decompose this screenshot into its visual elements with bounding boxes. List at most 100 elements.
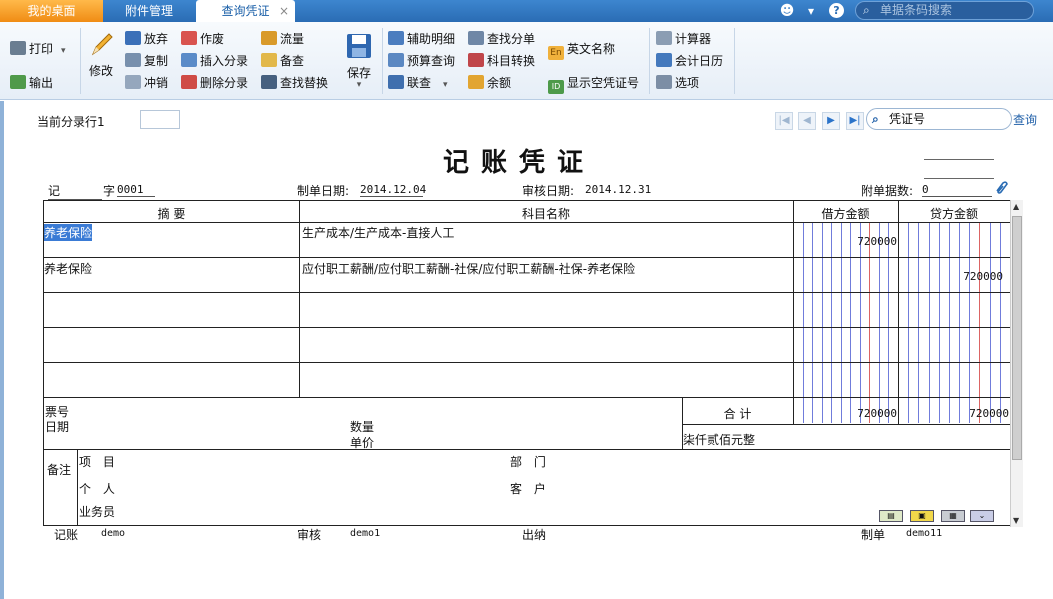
previous-record-icon[interactable]: ◀ [798,112,816,130]
budget-icon [388,53,404,67]
find-entry-icon [468,31,484,45]
scrollbar-thumb[interactable] [1012,216,1022,460]
chevron-down-icon[interactable]: ▾ [61,46,66,56]
bookkeeper-value: demo [101,528,126,539]
export-button[interactable]: 输出 [10,73,53,93]
pencil-icon [91,33,113,56]
current-entry-label: 当前分录行1 [37,115,105,129]
memo-button[interactable]: 备查 [261,51,304,71]
grid-line [898,201,899,424]
chevron-down-icon[interactable]: ⌄ [970,510,994,522]
scroll-down-icon[interactable]: ▼ [1013,516,1019,525]
bookkeeper-label: 记账 [54,528,79,542]
options-label: 选项 [675,76,700,90]
printer-icon [10,41,26,55]
linked-query-button[interactable]: 联查 ▾ [388,73,448,93]
department-label: 部 门 [510,455,550,469]
show-empty-voucher-button[interactable]: ID 显示空凭证号 [548,73,639,94]
void-button[interactable]: 作废 [181,29,224,49]
number-label: 字 [103,184,116,198]
reverse-icon [125,75,141,89]
reverse-button[interactable]: 冲销 [125,73,168,93]
accounting-calendar-button[interactable]: 会计日历 [656,51,723,71]
next-record-icon[interactable]: ▶ [822,112,840,130]
options-button[interactable]: 选项 [656,73,699,93]
grid-line [44,362,1010,363]
voucher-number-field[interactable]: 0001 [117,183,155,197]
english-name-label: 英文名称 [567,42,616,56]
grid-line [44,292,1010,293]
last-record-icon[interactable]: ▶| [846,112,864,130]
insert-row-icon [181,53,197,67]
coins-icon [468,75,484,89]
subject-convert-label: 科目转换 [487,54,536,68]
close-icon[interactable]: × [279,0,289,22]
auditor-value: demo1 [350,528,381,539]
entry-row-1-debit[interactable]: 720000 [794,235,897,248]
calculator-button[interactable]: 计算器 [656,29,711,49]
voucher-number-search-input[interactable]: ⌕ 凭证号 [866,108,1012,130]
save-button[interactable]: 保存 ▾ [343,32,375,90]
paperclip-icon[interactable] [993,180,1009,196]
first-record-icon[interactable]: |◀ [775,112,793,130]
insert-entry-button[interactable]: 插入分录 [181,51,248,71]
salesperson-label: 业务员 [79,505,116,519]
subject-convert-button[interactable]: 科目转换 [468,51,535,71]
copy-button[interactable]: 复制 [125,51,168,71]
delete-entry-button[interactable]: 删除分录 [181,73,248,93]
save-disk-icon [347,34,371,58]
remark-grid-icon[interactable]: ▦ [941,510,965,522]
scroll-up-icon[interactable]: ▲ [1013,202,1019,211]
grid-scrollbar[interactable]: ▲ ▼ [1010,200,1023,527]
entry-row-2-summary[interactable]: 养老保险 [44,260,92,277]
tab-query-voucher[interactable]: 查询凭证 × [196,0,295,22]
grid-line [44,257,1010,258]
user-smiley-icon[interactable]: ☻ [779,3,795,19]
tools-icon [656,75,672,89]
aux-detail-button[interactable]: 辅助明细 [388,29,455,49]
modify-label: 修改 [88,64,113,78]
chevron-down-icon[interactable]: ▾ [805,3,817,19]
query-link[interactable]: 查询 [1013,111,1037,128]
reverse-label: 冲销 [144,76,169,90]
modify-button[interactable]: 修改 [84,30,118,79]
grid-line [44,222,1010,223]
voucher-type-field[interactable]: 记 [48,182,102,200]
find-entry-button[interactable]: 查找分单 [468,29,535,49]
flow-button[interactable]: 流量 [261,29,304,49]
disk-icon [125,31,141,45]
abandon-button[interactable]: 放弃 [125,29,168,49]
entry-row-1-subject[interactable]: 生产成本/生产成本-直接人工 [302,224,454,241]
entry-row-1-summary[interactable]: 养老保险 [44,224,93,241]
tab-attachment-management[interactable]: 附件管理 [104,0,194,22]
voucher-number-placeholder: 凭证号 [889,112,926,126]
attachments-count-field[interactable]: 0 [922,183,992,197]
quantity-label: 数量 [350,420,375,434]
entry-row-2-credit[interactable]: 720000 [899,270,1003,283]
barcode-search-input[interactable]: ⌕ 单据条码搜索 [855,1,1034,20]
entry-row-2-subject[interactable]: 应付职工薪酬/应付职工薪酬-社保/应付职工薪酬-社保-养老保险 [302,260,635,277]
made-date-field[interactable]: 2014.12.04 [360,183,426,197]
print-button[interactable]: 打印 ▾ [10,39,66,59]
current-entry-input[interactable] [140,110,180,129]
find-replace-button[interactable]: 查找替换 [261,73,328,93]
calculator-label: 计算器 [675,32,712,46]
budget-query-button[interactable]: 预算查询 [388,51,455,71]
toolbar-divider [734,28,735,94]
cashier-label: 出纳 [522,528,547,542]
memo-label: 备查 [280,54,305,68]
delete-row-icon [181,75,197,89]
balance-button[interactable]: 余额 [468,73,511,93]
chevron-down-icon[interactable]: ▾ [443,80,448,90]
accounting-calendar-label: 会计日历 [675,54,724,68]
english-name-button[interactable]: En 英文名称 [548,39,616,60]
remark-card-icon[interactable]: ▤ [879,510,903,522]
convert-icon [468,53,484,67]
calendar-icon [656,53,672,67]
chevron-down-icon[interactable]: ▾ [343,81,375,90]
void-label: 作废 [200,32,225,46]
remark-edit-icon[interactable]: ▣ [910,510,934,522]
tab-my-desktop[interactable]: 我的桌面 [0,0,103,22]
english-icon: En [548,46,564,60]
help-icon[interactable]: ? [829,3,844,18]
